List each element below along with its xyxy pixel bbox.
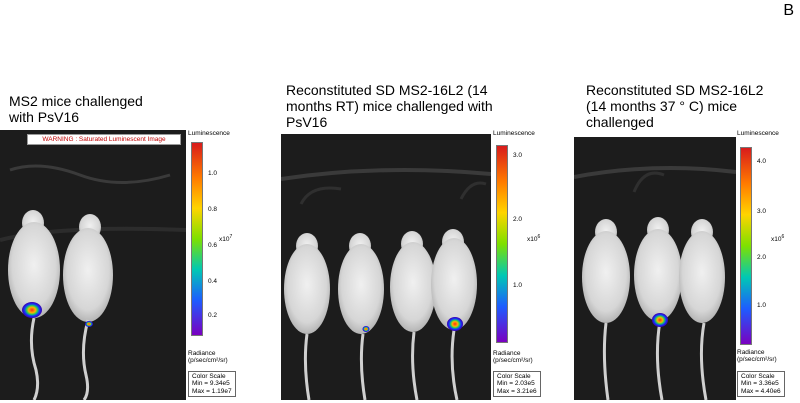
color-scale-box: Color Scale Min = 3.36e5 Max = 4.40e6 <box>737 371 785 398</box>
panel-2-mice <box>281 134 491 400</box>
panel-3-image <box>574 137 736 400</box>
color-scale-bar <box>191 142 203 336</box>
luminescence-signal <box>652 313 668 327</box>
luminescence-signal <box>447 317 463 331</box>
radiance-label: Radiance (p/sec/cm²/sr) <box>493 350 533 364</box>
radiance-label: Radiance (p/sec/cm²/sr) <box>188 350 228 364</box>
scale-multiplier: x107 <box>219 234 233 244</box>
panel-1-caption: MS2 mice challenged with PsV16 <box>9 93 143 125</box>
panel-1-image: WARNING : Saturated Luminescent Image <box>0 130 186 400</box>
luminescence-signal <box>85 321 93 327</box>
panel-3-colorbar: Luminescence 4.0 3.0 2.0 1.0 x106 Radian… <box>737 130 797 400</box>
panel-3-caption: Reconstituted SD MS2-16L2 (14 months 37 … <box>586 82 764 130</box>
panel-2-caption: Reconstituted SD MS2-16L2 (14 months RT)… <box>286 82 493 130</box>
scale-multiplier: x106 <box>771 234 785 244</box>
saturation-warning: WARNING : Saturated Luminescent Image <box>27 134 181 145</box>
color-scale-box: Color Scale Min = 2.03e5 Max = 3.21e6 <box>493 371 541 398</box>
panel-2-colorbar: Luminescence 3.0 2.0 1.0 x106 Radiance (… <box>493 130 553 400</box>
color-scale-bar <box>496 145 508 343</box>
panel-3-mice <box>574 137 736 400</box>
radiance-label: Radiance (p/sec/cm²/sr) <box>737 349 777 363</box>
scale-multiplier: x106 <box>527 234 541 244</box>
luminescence-signal <box>362 326 370 332</box>
panel-2-image <box>281 134 491 400</box>
panel-1-colorbar: Luminescence 1.0 0.8 0.6 0.4 0.2 x107 Ra… <box>188 130 248 400</box>
panel-1-mice <box>0 130 186 400</box>
panel-letter: B <box>783 2 794 19</box>
luminescence-signal <box>22 302 42 318</box>
color-scale-bar <box>740 147 752 345</box>
color-scale-box: Color Scale Min = 9.34e5 Max = 1.19e7 <box>188 371 236 398</box>
